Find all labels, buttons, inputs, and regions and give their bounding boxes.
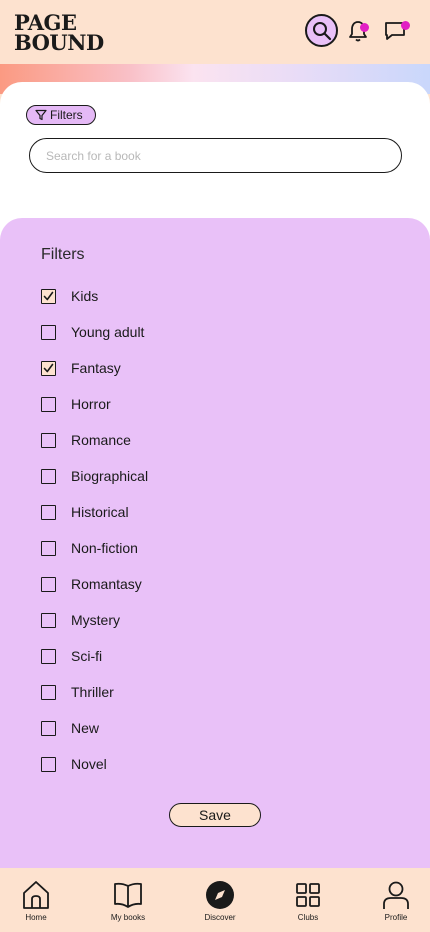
- filter-option-label: Novel: [71, 756, 107, 772]
- grid-icon: [296, 883, 320, 907]
- search-button[interactable]: [305, 14, 338, 47]
- filter-option-label: Kids: [71, 288, 99, 304]
- filter-panel-title: Filters: [41, 246, 85, 263]
- filter-option-label: Mystery: [71, 612, 120, 628]
- search-icon: [312, 21, 331, 40]
- logo-line-2: BOUND: [14, 30, 104, 55]
- filter-checkbox[interactable]: [41, 468, 56, 484]
- filter-option[interactable]: Romance: [41, 430, 131, 450]
- filter-option-label: New: [71, 720, 100, 736]
- filter-option-label: Non-fiction: [71, 540, 138, 556]
- nav-label-clubs: Clubs: [297, 913, 319, 922]
- messages-button[interactable]: [378, 14, 412, 48]
- filter-option-label: Romantasy: [71, 576, 142, 592]
- book-icon: [114, 882, 142, 908]
- notifications-button[interactable]: [341, 14, 375, 48]
- filter-option[interactable]: New: [41, 718, 99, 738]
- filter-option[interactable]: Sci-fi: [41, 646, 102, 666]
- filter-checkbox[interactable]: [41, 540, 56, 556]
- filter-option[interactable]: Mystery: [41, 610, 120, 630]
- nav-label-discover: Discover: [204, 913, 236, 922]
- nav-item-discover[interactable]: Discover: [190, 880, 250, 922]
- search-input[interactable]: [29, 138, 402, 173]
- nav-item-profile[interactable]: Profile: [366, 880, 426, 922]
- app-logo[interactable]: PAGE BOUND: [14, 12, 104, 55]
- filter-option[interactable]: Young adult: [41, 322, 144, 342]
- nav-item-clubs[interactable]: Clubs: [278, 880, 338, 922]
- filter-checkbox[interactable]: [41, 684, 56, 700]
- filter-checkbox[interactable]: [41, 504, 56, 520]
- filter-option-label: Young adult: [71, 324, 145, 340]
- filter-option[interactable]: Fantasy: [41, 358, 121, 378]
- notification-dot: [360, 23, 369, 32]
- filter-option[interactable]: Thriller: [41, 682, 114, 702]
- filter-option[interactable]: Biographical: [41, 466, 148, 486]
- filter-checkbox[interactable]: [41, 432, 56, 448]
- user-icon: [383, 881, 409, 909]
- filter-option[interactable]: Romantasy: [41, 574, 142, 594]
- filter-option-label: Sci-fi: [71, 648, 103, 664]
- nav-item-my-books[interactable]: My books: [98, 880, 158, 922]
- filter-checkbox[interactable]: [41, 324, 56, 340]
- compass-icon: [206, 881, 234, 909]
- nav-item-home[interactable]: Home: [6, 880, 66, 922]
- filter-checkbox[interactable]: [41, 612, 56, 628]
- filter-checkbox[interactable]: [41, 360, 56, 376]
- filter-option-label: Historical: [71, 504, 129, 520]
- save-button[interactable]: Save: [169, 803, 261, 827]
- filter-checkbox[interactable]: [41, 576, 56, 592]
- filter-option-label: Horror: [71, 396, 111, 412]
- check-icon: [43, 291, 54, 300]
- funnel-icon: [35, 109, 47, 121]
- filters-chip[interactable]: Filters: [26, 105, 96, 125]
- filter-checkbox[interactable]: [41, 288, 56, 304]
- filter-option-label: Thriller: [71, 684, 114, 700]
- filters-chip-label: Filters: [50, 108, 83, 122]
- home-icon: [23, 881, 49, 909]
- filter-option[interactable]: Horror: [41, 394, 111, 414]
- app-header: PAGE BOUND: [0, 0, 430, 64]
- filter-option-label: Romance: [71, 432, 131, 448]
- filter-checkbox[interactable]: [41, 756, 56, 772]
- filter-checkbox[interactable]: [41, 648, 56, 664]
- filter-checkbox[interactable]: [41, 720, 56, 736]
- nav-label-profile: Profile: [384, 913, 408, 922]
- filter-option[interactable]: Historical: [41, 502, 129, 522]
- filter-option-label: Fantasy: [71, 360, 121, 376]
- filter-option[interactable]: Novel: [41, 754, 107, 774]
- check-icon: [43, 363, 54, 372]
- filter-option[interactable]: Kids: [41, 286, 98, 306]
- nav-label-my-books: My books: [110, 913, 146, 922]
- message-dot: [401, 21, 410, 30]
- filter-option[interactable]: Non-fiction: [41, 538, 138, 558]
- filter-option-label: Biographical: [71, 468, 149, 484]
- filter-checkbox[interactable]: [41, 396, 56, 412]
- nav-label-home: Home: [25, 913, 47, 922]
